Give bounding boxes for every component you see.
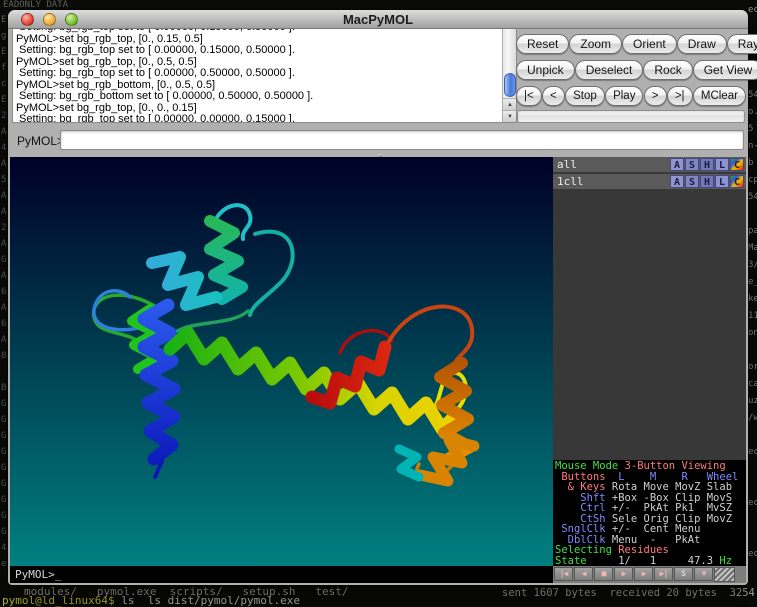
toolbar-button-play[interactable]: Play: [605, 86, 643, 106]
object-row: 1cllASHLC: [553, 174, 746, 189]
helix-n-teal-1: [210, 221, 242, 299]
command-input[interactable]: [60, 130, 744, 150]
viewport-prompt-text: PyMOL>_: [15, 568, 61, 581]
object-name[interactable]: all: [553, 157, 670, 172]
movie-prev-button[interactable]: ◀: [574, 567, 593, 581]
toolbar-button-reset[interactable]: Reset: [516, 34, 569, 54]
protein-structure: [10, 157, 553, 566]
helix-blue: [144, 305, 174, 459]
movie-next-button[interactable]: ▶: [634, 567, 653, 581]
toolbar-button-[interactable]: <: [542, 86, 565, 106]
object-s-button[interactable]: S: [685, 175, 699, 188]
movie-play-button[interactable]: ▶: [614, 567, 633, 581]
object-list: allASHLC1cllASHLC: [553, 157, 746, 189]
toolbar-button-[interactable]: |<: [516, 86, 542, 106]
movie-stop-button[interactable]: ■: [594, 567, 613, 581]
object-h-button[interactable]: H: [700, 158, 714, 171]
movie-progress-bar[interactable]: [517, 110, 745, 123]
toolbar-button-stop[interactable]: Stop: [565, 86, 605, 106]
title-bar[interactable]: MacPyMOL: [8, 10, 748, 29]
terminal-prompt-user: pymol@ld_linux64$: [2, 594, 115, 607]
helix-central: [170, 333, 456, 429]
scroll-up-button[interactable]: ▲: [503, 98, 517, 110]
toolbar-row-1: UnpickDeselectRockGet View: [516, 59, 746, 80]
object-name[interactable]: 1cll: [553, 174, 670, 189]
toolbar-row-0: ResetZoomOrientDrawRay: [516, 33, 746, 54]
log-scrollbar[interactable]: ▲ ▼: [502, 29, 516, 122]
object-h-button[interactable]: H: [700, 175, 714, 188]
scrollbar-thumb[interactable]: [504, 73, 516, 97]
toolbar-button-unpick[interactable]: Unpick: [516, 60, 575, 80]
toolbar-button-zoom[interactable]: Zoom: [569, 34, 622, 54]
toolbar-button-mclear[interactable]: MClear: [693, 86, 746, 106]
terminal-right-edge-text: ec or 54 o. 5 n- b cp 54 pa Ma 3/ e_ ke …: [748, 2, 757, 563]
macpymol-window: MacPyMOL Setting: bg_rgb_top set to [ 0.…: [8, 10, 748, 585]
object-row: allASHLC: [553, 157, 746, 172]
toolbar-row-2: |<<StopPlay>>|MClear: [516, 85, 746, 106]
terminal-left-edge-text: E g E f c E 2 A 4 A 5 A A 2 A G A 6 A 6 …: [1, 12, 6, 572]
movie-last-button[interactable]: ▶|: [654, 567, 673, 581]
helix-orange-2: [420, 440, 474, 481]
scroll-down-button[interactable]: ▼: [503, 110, 517, 122]
toolbar-button-getview[interactable]: Get View: [693, 60, 757, 80]
object-l-button[interactable]: L: [715, 175, 729, 188]
window-title: MacPyMOL: [8, 12, 748, 27]
helix-n-cyan-2: [152, 257, 216, 305]
terminal-top-text: EADONLY DATA: [3, 0, 68, 10]
toolbar-button-orient[interactable]: Orient: [622, 34, 677, 54]
viewport-command-line[interactable]: PyMOL>_: [10, 566, 553, 583]
terminal-prompt-command: ls ls dist/pymol/pymol.exe: [115, 594, 300, 607]
toolbar-button-[interactable]: >|: [667, 86, 693, 106]
object-panel: allASHLC1cllASHLC Mouse Mode 3-Button Vi…: [553, 157, 746, 583]
log-line: Setting: bg_rgb_top set to [ 0.00000, 0.…: [16, 114, 500, 122]
object-l-button[interactable]: L: [715, 158, 729, 171]
helix-teal-nub: [399, 449, 419, 477]
viewport-3d[interactable]: [10, 157, 553, 566]
resize-grip[interactable]: [714, 567, 735, 582]
panel-menu-button[interactable]: ▼: [694, 567, 713, 581]
log-lines: Setting: bg_rgb_top set to [ 0.00000, 0.…: [16, 29, 500, 122]
object-action-buttons: ASHLC: [670, 158, 746, 171]
log-line: Setting: bg_rgb_bottom set to [ 0.00000,…: [16, 91, 500, 103]
toolbar-button-rock[interactable]: Rock: [643, 60, 692, 80]
toolbar-button-[interactable]: >: [644, 86, 667, 106]
command-prompt-label: PyMOL>: [17, 134, 64, 148]
object-a-button[interactable]: A: [670, 175, 684, 188]
object-action-buttons: ASHLC: [670, 175, 746, 188]
object-c-button[interactable]: C: [730, 158, 744, 171]
terminal-transfer-status: sent 1607 bytes received 20 bytes 3254.0…: [502, 587, 757, 599]
toolbar-button-ray[interactable]: Ray: [727, 34, 757, 54]
log-output-area[interactable]: Setting: bg_rgb_top set to [ 0.00000, 0.…: [12, 29, 517, 123]
toolbar-button-draw[interactable]: Draw: [677, 34, 727, 54]
mouse-panel-line: State 1/ 1 47.3 Hz: [555, 556, 746, 567]
movie-first-button[interactable]: |◀: [554, 567, 573, 581]
object-c-button[interactable]: C: [730, 175, 744, 188]
toolbar-button-deselect[interactable]: Deselect: [575, 60, 644, 80]
log-line: Setting: bg_rgb_top set to [ 0.00000, 0.…: [16, 45, 500, 57]
terminal-prompt-line: pymol@ld_linux64$ ls ls dist/pymol/pymol…: [2, 594, 300, 607]
scene-button[interactable]: S: [674, 567, 693, 581]
movie-controls: |◀◀■▶▶▶|S▼: [553, 566, 746, 583]
log-line: Setting: bg_rgb_top set to [ 0.00000, 0.…: [16, 68, 500, 80]
object-a-button[interactable]: A: [670, 158, 684, 171]
mouse-mode-panel[interactable]: Mouse Mode 3-Button Viewing Buttons L M …: [553, 460, 746, 566]
loop-teal-big: [250, 232, 293, 315]
object-s-button[interactable]: S: [685, 158, 699, 171]
